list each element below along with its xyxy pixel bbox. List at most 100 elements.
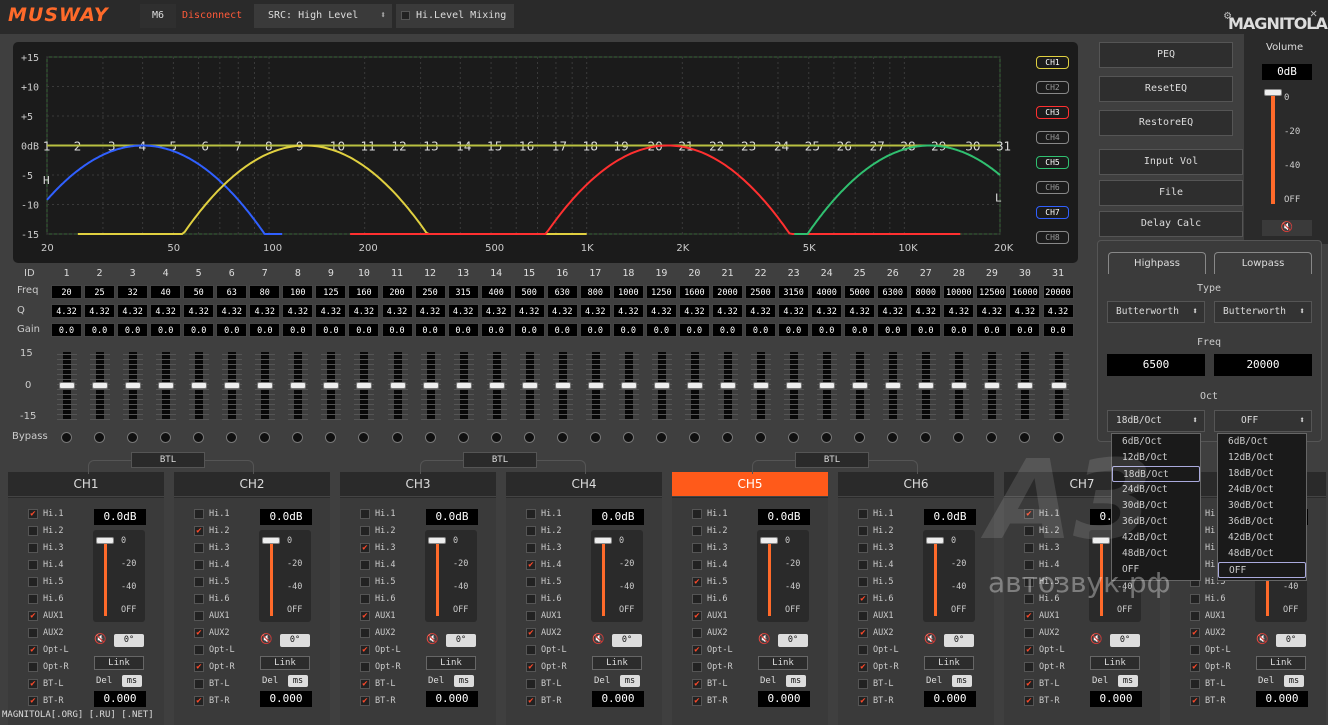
channel-mute-icon[interactable]: 🔇 — [592, 634, 608, 647]
phase-button[interactable]: 0° — [944, 634, 974, 647]
checkbox[interactable] — [526, 611, 536, 621]
checkbox[interactable]: ✔ — [360, 611, 370, 621]
checkbox[interactable] — [360, 509, 370, 519]
band-gain-slider[interactable] — [156, 352, 177, 420]
oct-option[interactable]: 30dB/Oct — [1218, 498, 1306, 514]
btl-button[interactable]: BTL — [131, 452, 205, 468]
slider-thumb[interactable] — [720, 382, 736, 389]
slider-thumb[interactable] — [620, 382, 637, 389]
link-button[interactable]: Link — [260, 656, 310, 670]
band-bypass-button[interactable] — [94, 432, 106, 443]
checkbox[interactable]: ✔ — [858, 696, 868, 706]
delay-value[interactable]: 0.000 — [1090, 691, 1142, 707]
input-mix-aux1[interactable]: AUX1 — [526, 610, 561, 622]
slider-thumb[interactable] — [323, 382, 340, 389]
band-q-input[interactable]: 4.32 — [976, 304, 1008, 318]
peq-button[interactable]: PEQ — [1099, 42, 1233, 68]
band-gain-input[interactable]: 0.0 — [844, 323, 876, 337]
band-bypass-button[interactable] — [358, 432, 370, 443]
band-bypass-button[interactable] — [424, 432, 436, 443]
checkbox[interactable] — [1024, 628, 1034, 638]
band-gain-input[interactable]: 0.0 — [480, 323, 512, 337]
graph-ch8-button[interactable]: CH8 — [1036, 231, 1069, 244]
channel-tab[interactable]: CH2 — [174, 472, 330, 497]
lowpass-oct-select[interactable]: OFF ⬍ — [1214, 410, 1312, 432]
checkbox[interactable] — [1190, 679, 1200, 689]
channel-tab[interactable]: CH3 — [340, 472, 496, 497]
checkbox[interactable]: ✔ — [1024, 696, 1034, 706]
band-gain-slider[interactable] — [751, 352, 772, 420]
input-mix-optl[interactable]: ✔ Opt-L — [28, 644, 69, 656]
input-mix-hi4[interactable]: Hi.4 — [692, 559, 727, 571]
band-q-input[interactable]: 4.32 — [910, 304, 942, 318]
link-button[interactable]: Link — [426, 656, 476, 670]
band-gain-slider[interactable] — [321, 352, 342, 420]
band-gain-input[interactable]: 0.0 — [84, 323, 116, 337]
band-gain-slider[interactable] — [1015, 352, 1036, 420]
input-mix-hi3[interactable]: Hi.3 — [194, 542, 229, 554]
graph-ch5-button[interactable]: CH5 — [1036, 156, 1069, 169]
graph-ch7-button[interactable]: CH7 — [1036, 206, 1069, 219]
input-mix-btl[interactable]: ✔ BT-L — [692, 678, 727, 690]
checkbox[interactable]: ✔ — [28, 611, 38, 621]
input-mix-btr[interactable]: ✔ BT-R — [1024, 695, 1059, 707]
slider-thumb[interactable] — [125, 382, 142, 389]
slider-thumb[interactable] — [224, 382, 241, 389]
fader-thumb[interactable] — [262, 537, 280, 544]
band-gain-slider[interactable] — [57, 352, 77, 420]
band-q-input[interactable]: 4.32 — [811, 304, 843, 318]
band-q-input[interactable]: 4.32 — [1009, 304, 1041, 318]
checkbox[interactable] — [692, 526, 702, 536]
fader-thumb[interactable] — [926, 537, 944, 544]
band-freq-input[interactable]: 1600 — [678, 285, 710, 299]
band-bypass-button[interactable] — [622, 432, 634, 443]
band-gain-input[interactable]: 0.0 — [579, 323, 611, 337]
checkbox[interactable] — [692, 543, 702, 553]
band-gain-input[interactable]: 0.0 — [877, 323, 909, 337]
delay-value[interactable]: 0.000 — [94, 691, 146, 707]
band-freq-input[interactable]: 40 — [150, 285, 182, 299]
band-freq-input[interactable]: 12500 — [976, 285, 1008, 299]
band-bypass-button[interactable] — [193, 432, 205, 443]
channel-gain-value[interactable]: 0.0dB — [260, 509, 312, 525]
oct-option[interactable]: 24dB/Oct — [1218, 482, 1306, 498]
hi-level-mixing-toggle[interactable]: Hi.Level Mixing — [396, 4, 514, 28]
input-mix-optr[interactable]: Opt-R — [360, 661, 401, 673]
band-q-input[interactable]: 4.32 — [249, 304, 281, 318]
input-mix-btl[interactable]: BT-L — [526, 678, 561, 690]
btl-button[interactable]: BTL — [463, 452, 537, 468]
checkbox[interactable] — [28, 577, 38, 587]
input-mix-hi2[interactable]: Hi.2 — [360, 525, 395, 537]
input-mix-aux1[interactable]: AUX1 — [194, 610, 229, 622]
link-button[interactable]: Link — [1090, 656, 1140, 670]
band-freq-input[interactable]: 2500 — [745, 285, 777, 299]
input-mix-hi4[interactable]: Hi.4 — [194, 559, 229, 571]
oct-option[interactable]: 6dB/Oct — [1218, 434, 1306, 450]
slider-thumb[interactable] — [422, 382, 439, 389]
band-gain-slider[interactable] — [718, 352, 738, 420]
band-bypass-button[interactable] — [490, 432, 502, 443]
slider-thumb[interactable] — [488, 382, 505, 389]
checkbox[interactable]: ✔ — [858, 628, 868, 638]
band-freq-input[interactable]: 315 — [447, 285, 479, 299]
checkbox[interactable] — [1190, 645, 1200, 655]
band-q-input[interactable]: 4.32 — [579, 304, 611, 318]
checkbox[interactable] — [692, 509, 702, 519]
checkbox[interactable] — [28, 526, 38, 536]
checkbox[interactable]: ✔ — [1024, 645, 1034, 655]
band-gain-input[interactable]: 0.0 — [348, 323, 380, 337]
band-bypass-button[interactable] — [1052, 432, 1064, 443]
input-mix-btr[interactable]: ✔ BT-R — [194, 695, 229, 707]
band-gain-slider[interactable] — [1048, 352, 1069, 420]
band-bypass-button[interactable] — [523, 432, 535, 443]
slider-thumb[interactable] — [984, 382, 1001, 389]
phase-button[interactable]: 0° — [612, 634, 642, 647]
band-bypass-button[interactable] — [61, 432, 72, 443]
channel-fader[interactable]: 0 -20 -40 OFF — [93, 530, 145, 622]
slider-thumb[interactable] — [554, 382, 571, 389]
slider-thumb[interactable] — [587, 382, 604, 389]
input-mix-aux2[interactable]: AUX2 — [692, 627, 727, 639]
input-mix-aux1[interactable]: ✔ AUX1 — [28, 610, 63, 622]
band-gain-slider[interactable] — [354, 352, 375, 420]
input-mix-hi6[interactable]: Hi.6 — [526, 593, 561, 605]
